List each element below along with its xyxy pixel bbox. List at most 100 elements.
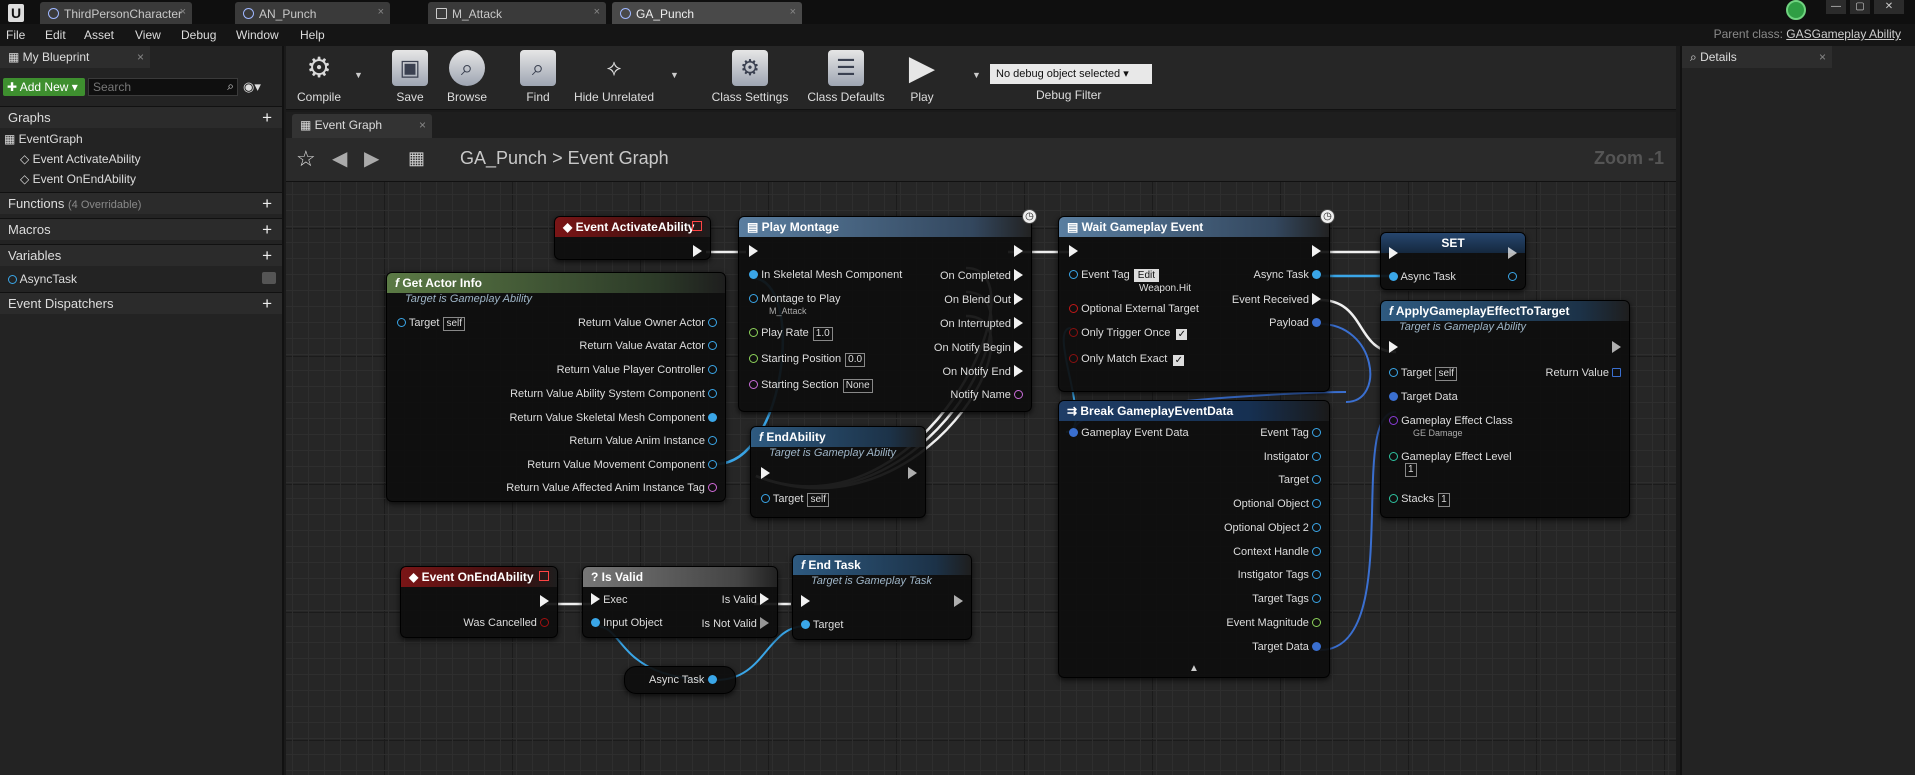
set-async-task-pin[interactable]: Async Task bbox=[1389, 271, 1456, 283]
compile-button[interactable]: ⚙ Compile bbox=[294, 50, 344, 104]
minimize-icon[interactable]: — bbox=[1826, 0, 1846, 14]
event-received-pin[interactable]: Event Received bbox=[1232, 293, 1321, 306]
find-button[interactable]: ⌕ Find bbox=[518, 50, 558, 104]
only-trigger-once-checkbox[interactable]: ✓ bbox=[1176, 329, 1188, 340]
exec-out-pin[interactable] bbox=[1014, 245, 1023, 257]
event-graph-canvas[interactable]: ◆ Event ActivateAbility f Get Actor Info… bbox=[286, 182, 1676, 775]
is-not-valid-out-pin[interactable]: Is Not Valid bbox=[702, 617, 769, 630]
tab-third-person-character[interactable]: ThirdPersonCharacter × bbox=[40, 2, 192, 24]
close-tab-icon[interactable]: × bbox=[378, 6, 384, 18]
event-tag-pin[interactable]: Event Tag Edit Weapon.Hit bbox=[1069, 269, 1191, 294]
node-event-activate-ability[interactable]: ◆ Event ActivateAbility bbox=[554, 216, 711, 260]
exec-out-pin[interactable] bbox=[954, 595, 963, 607]
break-optional-object-2-pin[interactable]: Optional Object 2 bbox=[1224, 522, 1321, 534]
in-skeletal-mesh-pin[interactable]: In Skeletal Mesh Component bbox=[749, 269, 902, 281]
async-task-out-pin[interactable] bbox=[707, 675, 717, 684]
exec-in-pin[interactable] bbox=[1389, 247, 1398, 259]
close-tab-icon[interactable]: × bbox=[790, 6, 796, 18]
tab-an-punch[interactable]: AN_Punch × bbox=[235, 2, 390, 24]
close-tab-icon[interactable]: × bbox=[137, 50, 144, 64]
target-pin[interactable]: Target self bbox=[397, 317, 465, 331]
optional-external-target-pin[interactable]: Optional External Target bbox=[1069, 303, 1199, 315]
functions-section[interactable]: Functions (4 Overridable) + bbox=[0, 192, 282, 214]
starting-section-pin[interactable]: Starting Section None bbox=[749, 379, 873, 393]
menu-debug[interactable]: Debug bbox=[181, 28, 216, 42]
play-options-chevron-icon[interactable]: ▼ bbox=[972, 70, 981, 80]
menu-edit[interactable]: Edit bbox=[45, 28, 66, 42]
node-is-valid[interactable]: ? Is Valid Exec Is Valid Input Object Is… bbox=[582, 566, 778, 638]
details-tab[interactable]: ⌕ Details × bbox=[1682, 46, 1832, 68]
back-arrow-icon[interactable]: ◀ bbox=[332, 146, 347, 171]
add-dispatcher-icon[interactable]: + bbox=[262, 294, 272, 314]
break-instigator-tags-pin[interactable]: Instigator Tags bbox=[1238, 569, 1321, 581]
add-variable-icon[interactable]: + bbox=[262, 246, 272, 266]
exec-out-pin[interactable] bbox=[693, 245, 702, 257]
stacks-pin[interactable]: Stacks 1 bbox=[1389, 493, 1450, 507]
on-notify-begin-pin[interactable]: On Notify Begin bbox=[934, 341, 1023, 354]
exec-in-pin[interactable] bbox=[801, 595, 810, 607]
maximize-icon[interactable]: ▢ bbox=[1850, 0, 1870, 14]
node-event-on-end-ability[interactable]: ◆ Event OnEndAbility Was Cancelled bbox=[400, 566, 558, 638]
browse-button[interactable]: ⌕ Browse bbox=[442, 50, 492, 104]
menu-file[interactable]: File bbox=[6, 28, 25, 42]
graphs-section[interactable]: Graphs + bbox=[0, 106, 282, 128]
break-context-handle-pin[interactable]: Context Handle bbox=[1233, 546, 1321, 558]
only-match-exact-pin[interactable]: Only Match Exact ✓ bbox=[1069, 353, 1185, 366]
on-interrupted-pin[interactable]: On Interrupted bbox=[940, 317, 1023, 330]
variables-section[interactable]: Variables + bbox=[0, 244, 282, 266]
favorite-star-icon[interactable]: ☆ bbox=[296, 146, 316, 172]
target-data-pin[interactable]: Target Data bbox=[1389, 391, 1458, 403]
macros-section[interactable]: Macros + bbox=[0, 218, 282, 240]
is-valid-out-pin[interactable]: Is Valid bbox=[722, 593, 769, 606]
node-end-ability[interactable]: f EndAbility Target is Gameplay Ability … bbox=[750, 426, 926, 518]
payload-pin[interactable]: Payload bbox=[1269, 317, 1321, 329]
break-event-tag-pin[interactable]: Event Tag bbox=[1260, 427, 1321, 439]
parent-class-link[interactable]: GASGameplay Ability bbox=[1786, 27, 1901, 41]
collapse-pins-chevron-icon[interactable]: ▲ bbox=[1189, 663, 1199, 674]
close-tab-icon[interactable]: × bbox=[180, 6, 186, 18]
exec-out-pin[interactable] bbox=[1508, 247, 1517, 259]
return-anim-instance-pin[interactable]: Return Value Anim Instance bbox=[569, 435, 717, 447]
return-player-controller-pin[interactable]: Return Value Player Controller bbox=[557, 364, 717, 376]
menu-help[interactable]: Help bbox=[300, 28, 325, 42]
break-optional-object-pin[interactable]: Optional Object bbox=[1233, 498, 1321, 510]
compile-options-chevron-icon[interactable]: ▼ bbox=[354, 70, 363, 80]
montage-to-play-pin[interactable]: Montage to Play M_Attack bbox=[749, 293, 841, 317]
gameplay-effect-level-pin[interactable]: Gameplay Effect Level 1 bbox=[1389, 451, 1512, 477]
variable-async-task[interactable]: AsyncTask bbox=[8, 272, 77, 286]
tree-event-on-end-ability[interactable]: ◇ Event OnEndAbility bbox=[20, 172, 136, 186]
break-target-data-pin[interactable]: Target Data bbox=[1252, 641, 1321, 653]
input-object-pin[interactable]: Input Object bbox=[591, 617, 662, 629]
exec-out-pin[interactable] bbox=[1612, 341, 1621, 353]
tab-ga-punch[interactable]: GA_Punch × bbox=[612, 2, 802, 24]
node-apply-gameplay-effect-to-target[interactable]: f ApplyGameplayEffectToTarget Target is … bbox=[1380, 300, 1630, 518]
tree-eventgraph[interactable]: ▦ EventGraph bbox=[4, 132, 83, 146]
close-tab-icon[interactable]: × bbox=[594, 6, 600, 18]
search-input[interactable]: Search ⌕ bbox=[88, 78, 238, 96]
gameplay-effect-class-pin[interactable]: Gameplay Effect Class GE Damage bbox=[1389, 415, 1513, 439]
only-match-exact-checkbox[interactable]: ✓ bbox=[1173, 355, 1185, 366]
return-affected-anim-tag-pin[interactable]: Return Value Affected Anim Instance Tag bbox=[506, 482, 717, 494]
hide-unrelated-chevron-icon[interactable]: ▼ bbox=[670, 70, 679, 80]
starting-position-pin[interactable]: Starting Position 0.0 bbox=[749, 353, 866, 367]
exec-in-pin[interactable] bbox=[749, 245, 758, 257]
return-skeletal-mesh-pin[interactable]: Return Value Skeletal Mesh Component bbox=[509, 412, 717, 424]
exec-out-pin[interactable] bbox=[540, 595, 549, 607]
tab-m-attack[interactable]: M_Attack × bbox=[428, 2, 606, 24]
event-dispatchers-section[interactable]: Event Dispatchers + bbox=[0, 292, 282, 314]
on-blend-out-pin[interactable]: On Blend Out bbox=[944, 293, 1023, 306]
node-break-gameplay-event-data[interactable]: ⇉ Break GameplayEventData Gameplay Event… bbox=[1058, 400, 1330, 678]
async-task-out-pin[interactable]: Async Task bbox=[1254, 269, 1321, 281]
delegate-pin-icon[interactable] bbox=[539, 571, 549, 581]
add-graph-icon[interactable]: + bbox=[262, 108, 272, 128]
exec-out-pin[interactable] bbox=[1312, 245, 1321, 257]
exec-out-pin[interactable] bbox=[908, 467, 917, 479]
tree-event-activate-ability[interactable]: ◇ Event ActivateAbility bbox=[20, 152, 141, 166]
break-target-tags-pin[interactable]: Target Tags bbox=[1252, 593, 1321, 605]
my-blueprint-tab[interactable]: ▦ My Blueprint × bbox=[0, 46, 150, 68]
return-avatar-actor-pin[interactable]: Return Value Avatar Actor bbox=[579, 340, 717, 352]
view-options-icon[interactable]: ◉▾ bbox=[243, 79, 261, 95]
return-owner-actor-pin[interactable]: Return Value Owner Actor bbox=[578, 317, 717, 329]
break-event-magnitude-pin[interactable]: Event Magnitude bbox=[1226, 617, 1321, 629]
exec-in-pin[interactable] bbox=[761, 467, 770, 479]
